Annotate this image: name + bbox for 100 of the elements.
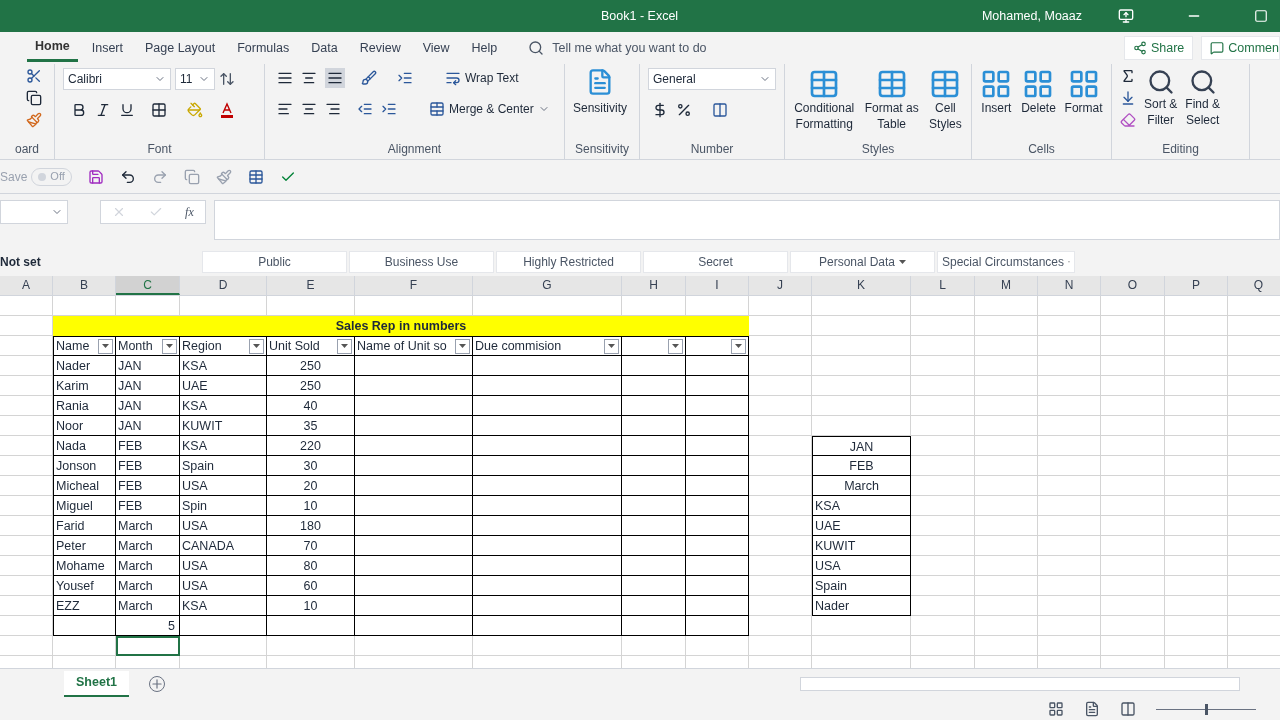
column-header[interactable]: H xyxy=(622,276,686,295)
ribbon-tab[interactable]: View xyxy=(414,34,458,62)
styles-button[interactable]: Conditional Formatting xyxy=(790,68,859,132)
clear-icon[interactable] xyxy=(1120,112,1136,128)
wrap-text-button[interactable]: Wrap Text xyxy=(445,69,519,87)
font-size-field[interactable]: 11 xyxy=(175,68,215,90)
column-header[interactable]: Q xyxy=(1228,276,1280,295)
restore-icon[interactable] xyxy=(1254,9,1268,23)
number-format-field[interactable]: General xyxy=(648,68,776,90)
percent-icon[interactable] xyxy=(676,102,692,118)
sensitivity-label-button[interactable]: Highly Restricted xyxy=(496,251,641,273)
ribbon-display-icon[interactable] xyxy=(1118,8,1134,24)
column-header[interactable]: P xyxy=(1165,276,1228,295)
merge-center-button[interactable]: Merge & Center xyxy=(429,100,550,118)
ribbon-tab[interactable]: Formulas xyxy=(229,34,298,62)
styles-button[interactable]: Cell Styles xyxy=(925,68,966,132)
increase-indent-icon[interactable] xyxy=(381,101,397,117)
editing-button[interactable]: Find & Select xyxy=(1181,68,1225,128)
ribbon-tab[interactable]: Review xyxy=(351,34,409,62)
autosum-icon[interactable] xyxy=(1120,68,1136,84)
editing-button[interactable]: Sort & Filter xyxy=(1140,68,1182,128)
align-left-icon[interactable] xyxy=(277,101,293,117)
filter-dropdown-button[interactable] xyxy=(604,338,619,354)
text-direction-icon[interactable] xyxy=(397,70,413,86)
column-header[interactable]: F xyxy=(355,276,473,295)
column-header[interactable]: C xyxy=(116,276,180,295)
sensitivity-label-button[interactable]: Personal Data xyxy=(790,251,935,273)
column-header[interactable]: J xyxy=(749,276,812,295)
ribbon-tab[interactable]: Home xyxy=(27,34,78,62)
ribbon-tab[interactable]: Insert xyxy=(83,34,131,62)
font-name-field[interactable]: Calibri xyxy=(63,68,171,90)
sensitivity-button[interactable]: Sensitivity xyxy=(569,68,632,116)
cut-icon[interactable] xyxy=(26,68,42,84)
sensitivity-label-button[interactable]: Secret xyxy=(643,251,788,273)
column-header[interactable]: M xyxy=(975,276,1038,295)
middle-align-icon[interactable] xyxy=(301,70,317,86)
ribbon-tab[interactable]: Data xyxy=(303,34,346,62)
undo-icon[interactable] xyxy=(119,168,136,185)
bottom-align-icon[interactable] xyxy=(325,68,345,88)
copy-icon[interactable] xyxy=(26,90,42,106)
top-align-icon[interactable] xyxy=(277,70,293,86)
column-header[interactable]: I xyxy=(686,276,749,295)
selected-cell[interactable] xyxy=(116,636,180,656)
filter-dropdown-button[interactable] xyxy=(668,338,683,354)
table-cell xyxy=(686,536,749,556)
column-header[interactable]: N xyxy=(1038,276,1101,295)
normal-view-icon[interactable] xyxy=(1048,701,1064,717)
group-label: Font xyxy=(146,141,173,158)
table-cell: UAE xyxy=(812,516,911,536)
column-header[interactable]: A xyxy=(0,276,53,295)
align-center-icon[interactable] xyxy=(301,101,317,117)
filter-dropdown-button[interactable] xyxy=(162,338,177,354)
cells-button[interactable]: Delete xyxy=(1017,68,1060,116)
borders-icon[interactable] xyxy=(151,102,167,118)
column-header[interactable]: K xyxy=(812,276,911,295)
page-layout-icon[interactable] xyxy=(1084,701,1100,717)
column-header[interactable]: D xyxy=(180,276,267,295)
column-header[interactable]: O xyxy=(1101,276,1165,295)
filter-dropdown-button[interactable] xyxy=(731,338,746,354)
filter-dropdown-button[interactable] xyxy=(455,338,470,354)
align-right-icon[interactable] xyxy=(325,101,341,117)
zoom-slider[interactable] xyxy=(1156,703,1256,715)
underline-icon[interactable] xyxy=(119,102,135,118)
zoom-slider-thumb[interactable] xyxy=(1205,703,1208,715)
table-cell: FEB xyxy=(812,456,911,476)
italic-icon[interactable] xyxy=(95,102,111,118)
sheet-tab[interactable]: Sheet1 xyxy=(64,670,129,697)
table-icon[interactable] xyxy=(247,168,264,185)
fill-color-icon[interactable] xyxy=(187,102,203,118)
bold-icon[interactable] xyxy=(71,102,87,118)
save-icon[interactable] xyxy=(87,168,104,185)
share-button[interactable]: Share xyxy=(1123,36,1194,60)
cells-button[interactable]: Insert xyxy=(976,68,1017,116)
sensitivity-label-button[interactable]: Public xyxy=(202,251,347,273)
filter-dropdown-button[interactable] xyxy=(337,338,352,354)
group-label: Editing xyxy=(1161,141,1200,158)
currency-icon[interactable] xyxy=(652,102,668,118)
column-header[interactable]: E xyxy=(267,276,355,295)
horizontal-scrollbar[interactable] xyxy=(800,676,1240,691)
cells-button[interactable]: Format xyxy=(1060,68,1107,116)
sensitivity-label-button[interactable]: Business Use xyxy=(349,251,494,273)
styles-button[interactable]: Format as Table xyxy=(860,68,923,132)
column-header[interactable]: L xyxy=(911,276,975,295)
column-header[interactable]: G xyxy=(473,276,622,295)
format-painter-icon[interactable] xyxy=(26,112,42,128)
formula-input[interactable] xyxy=(214,200,1280,240)
font-color-icon[interactable] xyxy=(219,102,235,118)
page-break-icon[interactable] xyxy=(1120,701,1136,717)
comments-button[interactable]: Commen xyxy=(1201,36,1280,60)
ribbon-tab[interactable]: Help xyxy=(463,34,506,62)
fill-icon[interactable] xyxy=(1120,90,1136,106)
tell-me-field[interactable]: Tell me what you want to do xyxy=(552,38,707,58)
comment-icon xyxy=(1210,41,1225,55)
ribbon-tab[interactable]: Page Layout xyxy=(137,34,224,62)
insert-function-button[interactable]: fx xyxy=(185,203,194,221)
decrease-indent-icon[interactable] xyxy=(357,101,373,117)
filter-dropdown-button[interactable] xyxy=(98,338,113,354)
filter-dropdown-button[interactable] xyxy=(249,338,264,354)
sensitivity-label-button[interactable]: Special Circumstances xyxy=(937,251,1075,273)
table-cell: March xyxy=(116,596,180,616)
